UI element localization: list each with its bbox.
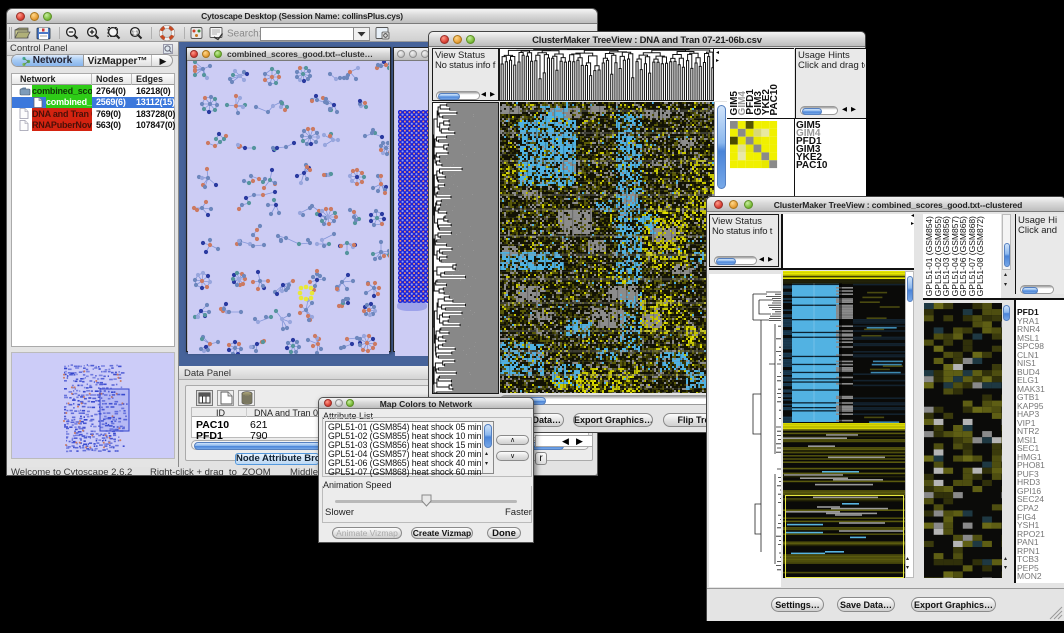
- svg-text:Search:: Search:: [227, 29, 261, 40]
- svg-text:1:1: 1:1: [132, 30, 139, 36]
